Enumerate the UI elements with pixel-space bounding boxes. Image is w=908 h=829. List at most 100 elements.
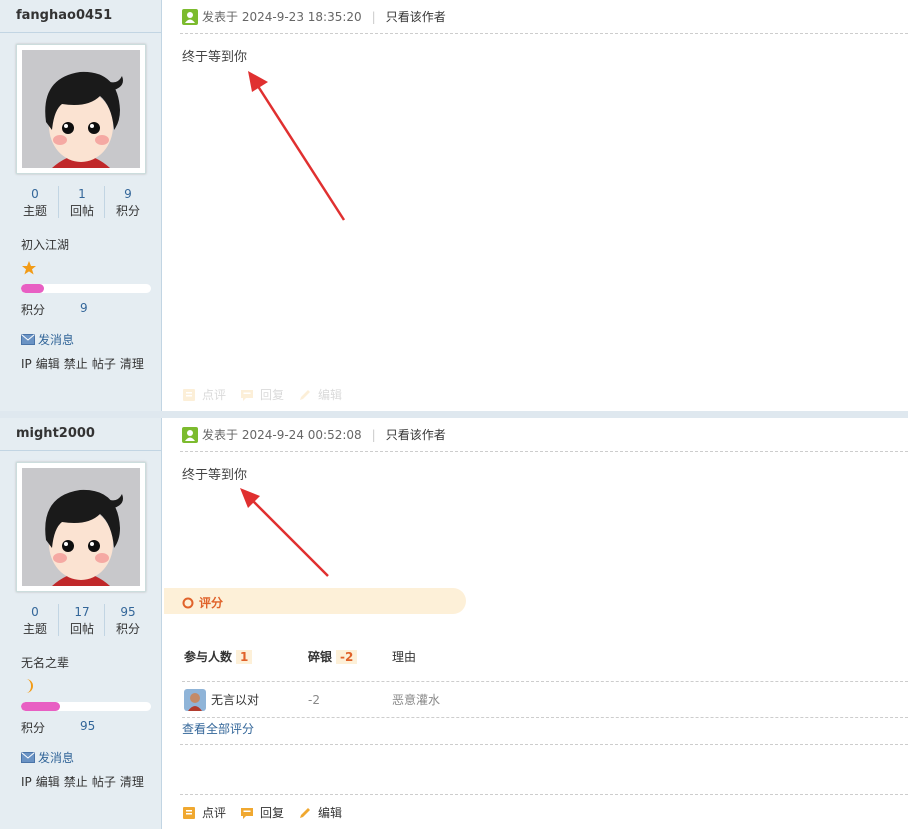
comment-icon	[183, 388, 195, 401]
admin-posts-link[interactable]: 帖子	[92, 775, 116, 789]
user-avatar-icon	[184, 689, 206, 711]
rater-name: 无言以对	[211, 693, 260, 707]
participants-header: 参与人数 1	[184, 646, 253, 668]
author-sidebar: might2000 0 主题 17 回帖 95 积分 无名之辈 积分 95 发消…	[0, 418, 162, 829]
stat-threads[interactable]: 0 主题	[9, 186, 61, 220]
rater-user[interactable]: 无言以对	[184, 689, 259, 711]
rank-title[interactable]: 无名之辈	[21, 654, 69, 671]
cartoon-boy-icon	[22, 468, 140, 586]
credit-progress-bar	[21, 702, 151, 711]
pencil-icon	[300, 389, 311, 400]
send-message-link[interactable]: 发消息	[21, 749, 74, 766]
reply-button[interactable]: 回复	[240, 386, 284, 403]
moon-icon	[26, 679, 33, 693]
only-author-link[interactable]: 只看该作者	[386, 8, 446, 25]
star-icon	[22, 261, 36, 275]
post-main: 发表于 2024-9-24 00:52:08 | 只看该作者 终于等到你 评分 …	[162, 418, 908, 829]
edit-button[interactable]: 编辑	[298, 804, 342, 821]
divider	[180, 794, 908, 795]
author-stats: 0 主题 1 回帖 9 积分	[0, 186, 161, 222]
post-content: 终于等到你	[182, 468, 248, 483]
admin-posts-link[interactable]: 帖子	[92, 357, 116, 371]
divider	[0, 32, 161, 33]
post-main: 发表于 2024-9-23 18:35:20 | 只看该作者 终于等到你 点评 …	[162, 0, 908, 412]
posted-time: 2024-9-24 00:52:08	[241, 427, 362, 442]
rank-title[interactable]: 初入江湖	[21, 236, 69, 253]
avatar-image	[22, 50, 140, 168]
stat-replies[interactable]: 1 回帖	[56, 186, 108, 220]
pencil-icon	[300, 807, 311, 818]
stat-credits[interactable]: 9 积分	[102, 186, 154, 220]
rating-title: 评分	[182, 594, 223, 611]
only-author-link[interactable]: 只看该作者	[386, 426, 446, 443]
post-2: might2000 0 主题 17 回帖 95 积分 无名之辈 积分 95 发消…	[0, 418, 908, 829]
online-user-icon	[182, 8, 198, 25]
stat-replies[interactable]: 17 回帖	[56, 604, 108, 638]
stat-credits[interactable]: 95 积分	[102, 604, 154, 638]
avatar[interactable]	[16, 462, 146, 592]
stat-value: 0	[31, 187, 39, 201]
post-1: fanghao0451 0 主题 1 回帖 9 积分 初入江湖 积分 9 发消息…	[0, 0, 908, 412]
rating-title-label: 评分	[199, 596, 224, 610]
author-sidebar: fanghao0451 0 主题 1 回帖 9 积分 初入江湖 积分 9 发消息…	[0, 0, 162, 412]
author-stats: 0 主题 17 回帖 95 积分	[0, 604, 161, 640]
edit-button[interactable]: 编辑	[298, 386, 342, 403]
reply-label: 回复	[260, 388, 285, 402]
reply-icon	[241, 389, 254, 401]
author-username[interactable]: fanghao0451	[16, 8, 112, 23]
stat-label: 主题	[22, 622, 47, 636]
author-username[interactable]: might2000	[16, 426, 95, 441]
rating-table: 参与人数 1 碎银 -2 理由 无言以对 -2 恶意灌水	[182, 646, 908, 718]
admin-edit-link[interactable]: 编辑	[36, 357, 60, 371]
envelope-icon	[21, 752, 35, 763]
stat-label: 回帖	[69, 622, 94, 636]
avatar-image	[22, 468, 140, 586]
admin-ban-link[interactable]: 禁止	[64, 775, 88, 789]
admin-ip-link[interactable]: IP	[21, 775, 32, 789]
red-arrow-annotation	[240, 488, 329, 577]
edit-label: 编辑	[318, 388, 343, 402]
credit-value: 95	[80, 719, 96, 733]
admin-ip-link[interactable]: IP	[21, 357, 32, 371]
comment-label: 点评	[202, 388, 227, 402]
credit-value: 9	[80, 301, 88, 315]
admin-ban-link[interactable]: 禁止	[64, 357, 88, 371]
stat-value: 95	[120, 605, 136, 619]
silver-label: 碎银	[308, 650, 333, 664]
avatar[interactable]	[16, 44, 146, 174]
separator: |	[371, 9, 376, 24]
comment-button[interactable]: 点评	[182, 804, 226, 821]
divider	[180, 744, 908, 745]
credit-label: 积分	[21, 303, 46, 317]
red-arrow-annotation	[248, 71, 346, 221]
posted-prefix: 发表于	[202, 428, 239, 442]
comment-icon	[183, 806, 195, 819]
admin-clean-link[interactable]: 清理	[120, 357, 144, 371]
edit-label: 编辑	[318, 806, 343, 820]
online-user-icon	[182, 426, 198, 443]
participants-label: 参与人数	[184, 650, 233, 664]
cartoon-boy-icon	[22, 50, 140, 168]
table-row: 无言以对 -2 恶意灌水	[182, 682, 908, 718]
stat-label: 积分	[115, 204, 140, 218]
stat-label: 积分	[115, 622, 140, 636]
credit-label: 积分	[21, 721, 46, 735]
admin-clean-link[interactable]: 清理	[120, 775, 144, 789]
post-content: 终于等到你	[182, 50, 248, 65]
reply-button[interactable]: 回复	[240, 804, 284, 821]
comment-button[interactable]: 点评	[182, 386, 226, 403]
divider	[0, 450, 161, 451]
reply-label: 回复	[260, 806, 285, 820]
admin-edit-link[interactable]: 编辑	[36, 775, 60, 789]
send-message-link[interactable]: 发消息	[21, 331, 74, 348]
post-actions: 点评 回复 编辑	[182, 386, 342, 403]
stat-threads[interactable]: 0 主题	[9, 604, 61, 638]
participants-count: 1	[236, 650, 253, 664]
post-divider	[0, 411, 908, 418]
divider	[180, 33, 908, 34]
stat-label: 主题	[22, 204, 47, 218]
view-all-ratings-link[interactable]: 查看全部评分	[182, 720, 254, 737]
silver-total: -2	[336, 650, 358, 664]
reply-icon	[241, 807, 254, 819]
silver-header: 碎银 -2	[308, 646, 358, 668]
